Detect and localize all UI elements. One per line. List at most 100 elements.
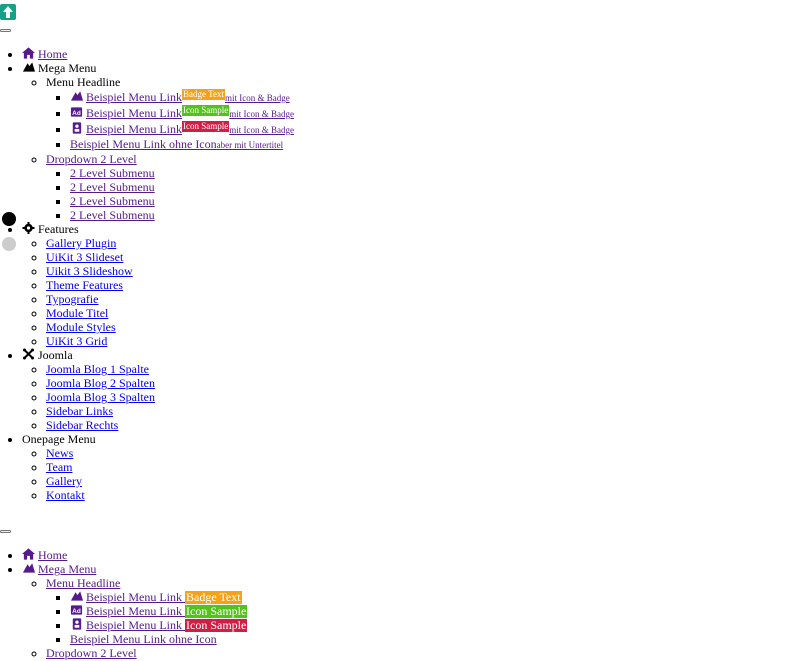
features-link[interactable]: Theme Features	[46, 278, 123, 292]
submenu-link[interactable]: 2 Level Submenu	[70, 180, 155, 194]
list-item[interactable]: AdBeispiel Menu Link Icon Sample	[70, 604, 248, 618]
list-item[interactable]: Beispiel Menu Link ohne Iconaber mit Unt…	[70, 137, 294, 152]
beispiel-link-4[interactable]: Beispiel Menu Link ohne Iconaber mit Unt…	[70, 137, 283, 151]
dot-icon[interactable]	[2, 237, 16, 251]
menu-headline-link[interactable]: Menu Headline	[46, 576, 120, 590]
list-item[interactable]: Typografie	[46, 292, 294, 306]
onepage-label: Onepage Menu	[22, 432, 96, 446]
list-item[interactable]: Sidebar Links	[46, 404, 294, 418]
dropdown-2-level[interactable]: Dropdown 2 Level	[46, 646, 247, 660]
beispiel-link-1[interactable]: Beispiel Menu Link Badge Text	[70, 590, 242, 604]
menu-headline[interactable]: Menu Headline Beispiel Menu Link Badge T…	[46, 576, 248, 646]
list-item[interactable]: Team	[46, 460, 294, 474]
joomla-link[interactable]: Sidebar Rechts	[46, 418, 118, 432]
nav-item-mega[interactable]: Mega Menu Menu Headline Beispiel Menu Li…	[22, 562, 248, 660]
menu-toggle-button[interactable]	[0, 530, 11, 533]
subtitle: mit Icon & Badge	[224, 93, 290, 103]
list-item[interactable]: 2 Level Submenu	[70, 166, 294, 180]
offcanvas-nav: Home Mega Menu Menu Headline Beispiel Me…	[0, 548, 248, 660]
onepage-link[interactable]: Team	[46, 460, 72, 474]
list-item[interactable]: Joomla Blog 1 Spalte	[46, 362, 294, 376]
nav-item-home[interactable]: Home	[22, 548, 247, 562]
mega-menu-label: Mega Menu	[38, 61, 97, 75]
list-item[interactable]: Beispiel Menu Link Icon Sample	[70, 618, 248, 632]
list-item[interactable]: Beispiel Menu LinkIcon Samplemit Icon & …	[70, 121, 294, 137]
onepage-link[interactable]: Gallery	[46, 474, 82, 488]
ad-icon: Ad	[70, 605, 83, 615]
mega-icon	[70, 591, 83, 601]
submenu-link[interactable]: 2 Level Submenu	[70, 166, 155, 180]
onepage-submenu: News Team Gallery Kontakt	[22, 446, 294, 502]
home-label: Home	[38, 47, 68, 61]
mega-icon	[22, 563, 35, 573]
list-item[interactable]: 2 Level Submenu	[70, 180, 294, 194]
list-item[interactable]: Module Titel	[46, 306, 294, 320]
joomla-submenu: Joomla Blog 1 Spalte Joomla Blog 2 Spalt…	[22, 362, 294, 432]
headline-list: Beispiel Menu LinkBadge Textmit Icon & B…	[46, 89, 294, 152]
list-item[interactable]: UiKit 3 Slideset	[46, 250, 294, 264]
nav-item-onepage[interactable]: Onepage Menu News Team Gallery Kontakt	[22, 432, 294, 502]
joomla-link[interactable]: Joomla Blog 1 Spalte	[46, 362, 149, 376]
list-item[interactable]: 2 Level Submenu	[70, 194, 294, 208]
features-link[interactable]: UiKit 3 Grid	[46, 334, 107, 348]
mega-submenu: Menu Headline Beispiel Menu Link Badge T…	[22, 576, 248, 660]
joomla-link[interactable]: Joomla Blog 3 Spalten	[46, 390, 155, 404]
joomla-link[interactable]: Joomla Blog 2 Spalten	[46, 376, 155, 390]
beispiel-link-2[interactable]: AdBeispiel Menu Link Icon Sample	[70, 604, 248, 618]
submenu-link[interactable]: 2 Level Submenu	[70, 208, 155, 222]
features-link[interactable]: Gallery Plugin	[46, 236, 116, 250]
list-item[interactable]: News	[46, 446, 294, 460]
onepage-link[interactable]: Kontakt	[46, 488, 85, 502]
badge-text: Icon Sample	[182, 121, 230, 132]
beispiel-link-4[interactable]: Beispiel Menu Link ohne Icon	[70, 632, 217, 646]
list-item[interactable]: Gallery Plugin	[46, 236, 294, 250]
badge-text: Badge Text	[182, 89, 225, 100]
list-item[interactable]: Beispiel Menu Link Badge Text	[70, 590, 247, 604]
features-link[interactable]: Module Styles	[46, 320, 116, 334]
subtitle: aber mit Untertitel	[216, 140, 284, 150]
list-item[interactable]: Joomla Blog 2 Spalten	[46, 376, 294, 390]
nav-item-features[interactable]: Features Gallery Plugin UiKit 3 Slideset…	[22, 222, 294, 348]
onepage-link[interactable]: News	[46, 446, 73, 460]
features-link[interactable]: Uikit 3 Slideshow	[46, 264, 133, 278]
dropdown-link[interactable]: Dropdown 2 Level	[46, 152, 137, 166]
list-item[interactable]: Kontakt	[46, 488, 294, 502]
home-link[interactable]: Home	[22, 548, 67, 562]
list-item[interactable]: Beispiel Menu Link ohne Icon	[70, 632, 247, 646]
joomla-link[interactable]: Sidebar Links	[46, 404, 113, 418]
dropdown-2-level[interactable]: Dropdown 2 Level 2 Level Submenu 2 Level…	[46, 152, 294, 222]
list-item[interactable]: Theme Features	[46, 278, 294, 292]
dot-icon[interactable]	[2, 212, 16, 226]
beispiel-link-1[interactable]: Beispiel Menu LinkBadge Textmit Icon & B…	[70, 89, 290, 104]
features-link[interactable]: Module Titel	[46, 306, 108, 320]
list-item[interactable]: Module Styles	[46, 320, 294, 334]
headline-list: Beispiel Menu Link Badge Text AdBeispiel…	[46, 590, 248, 646]
list-item[interactable]: Joomla Blog 3 Spalten	[46, 390, 294, 404]
home-link[interactable]: Home	[22, 47, 67, 61]
beispiel-link-2[interactable]: AdBeispiel Menu LinkIcon Samplemit Icon …	[70, 105, 294, 120]
list-item[interactable]: AdBeispiel Menu LinkIcon Samplemit Icon …	[70, 105, 294, 121]
dropdown-link[interactable]: Dropdown 2 Level	[46, 646, 137, 660]
features-link[interactable]: UiKit 3 Slideset	[46, 250, 123, 264]
beispiel-link-3[interactable]: Beispiel Menu LinkIcon Samplemit Icon & …	[70, 121, 294, 136]
menu-toggle-button[interactable]	[0, 29, 11, 32]
submenu-link[interactable]: 2 Level Submenu	[70, 194, 155, 208]
features-link[interactable]: Typografie	[46, 292, 98, 306]
list-item[interactable]: UiKit 3 Grid	[46, 334, 294, 348]
mega-link[interactable]: Mega Menu	[22, 562, 96, 576]
nav-item-joomla[interactable]: Joomla Joomla Blog 1 Spalte Joomla Blog …	[22, 348, 294, 432]
list-item[interactable]: Uikit 3 Slideshow	[46, 264, 294, 278]
features-submenu: Gallery Plugin UiKit 3 Slideset Uikit 3 …	[22, 236, 294, 348]
nav-item-mega[interactable]: Mega Menu Menu Headline Beispiel Menu Li…	[22, 61, 294, 222]
logo-icon[interactable]	[0, 4, 16, 20]
mega-icon	[22, 62, 35, 72]
list-item[interactable]: Sidebar Rechts	[46, 418, 294, 432]
contact-icon	[72, 618, 82, 630]
nav-item-home[interactable]: Home	[22, 47, 294, 61]
svg-text:Ad: Ad	[72, 110, 81, 117]
beispiel-link-3[interactable]: Beispiel Menu Link Icon Sample	[70, 618, 248, 632]
list-item[interactable]: 2 Level Submenu	[70, 208, 294, 222]
list-item[interactable]: Beispiel Menu LinkBadge Textmit Icon & B…	[70, 89, 294, 105]
list-item[interactable]: Gallery	[46, 474, 294, 488]
subtitle: mit Icon & Badge	[229, 125, 294, 135]
